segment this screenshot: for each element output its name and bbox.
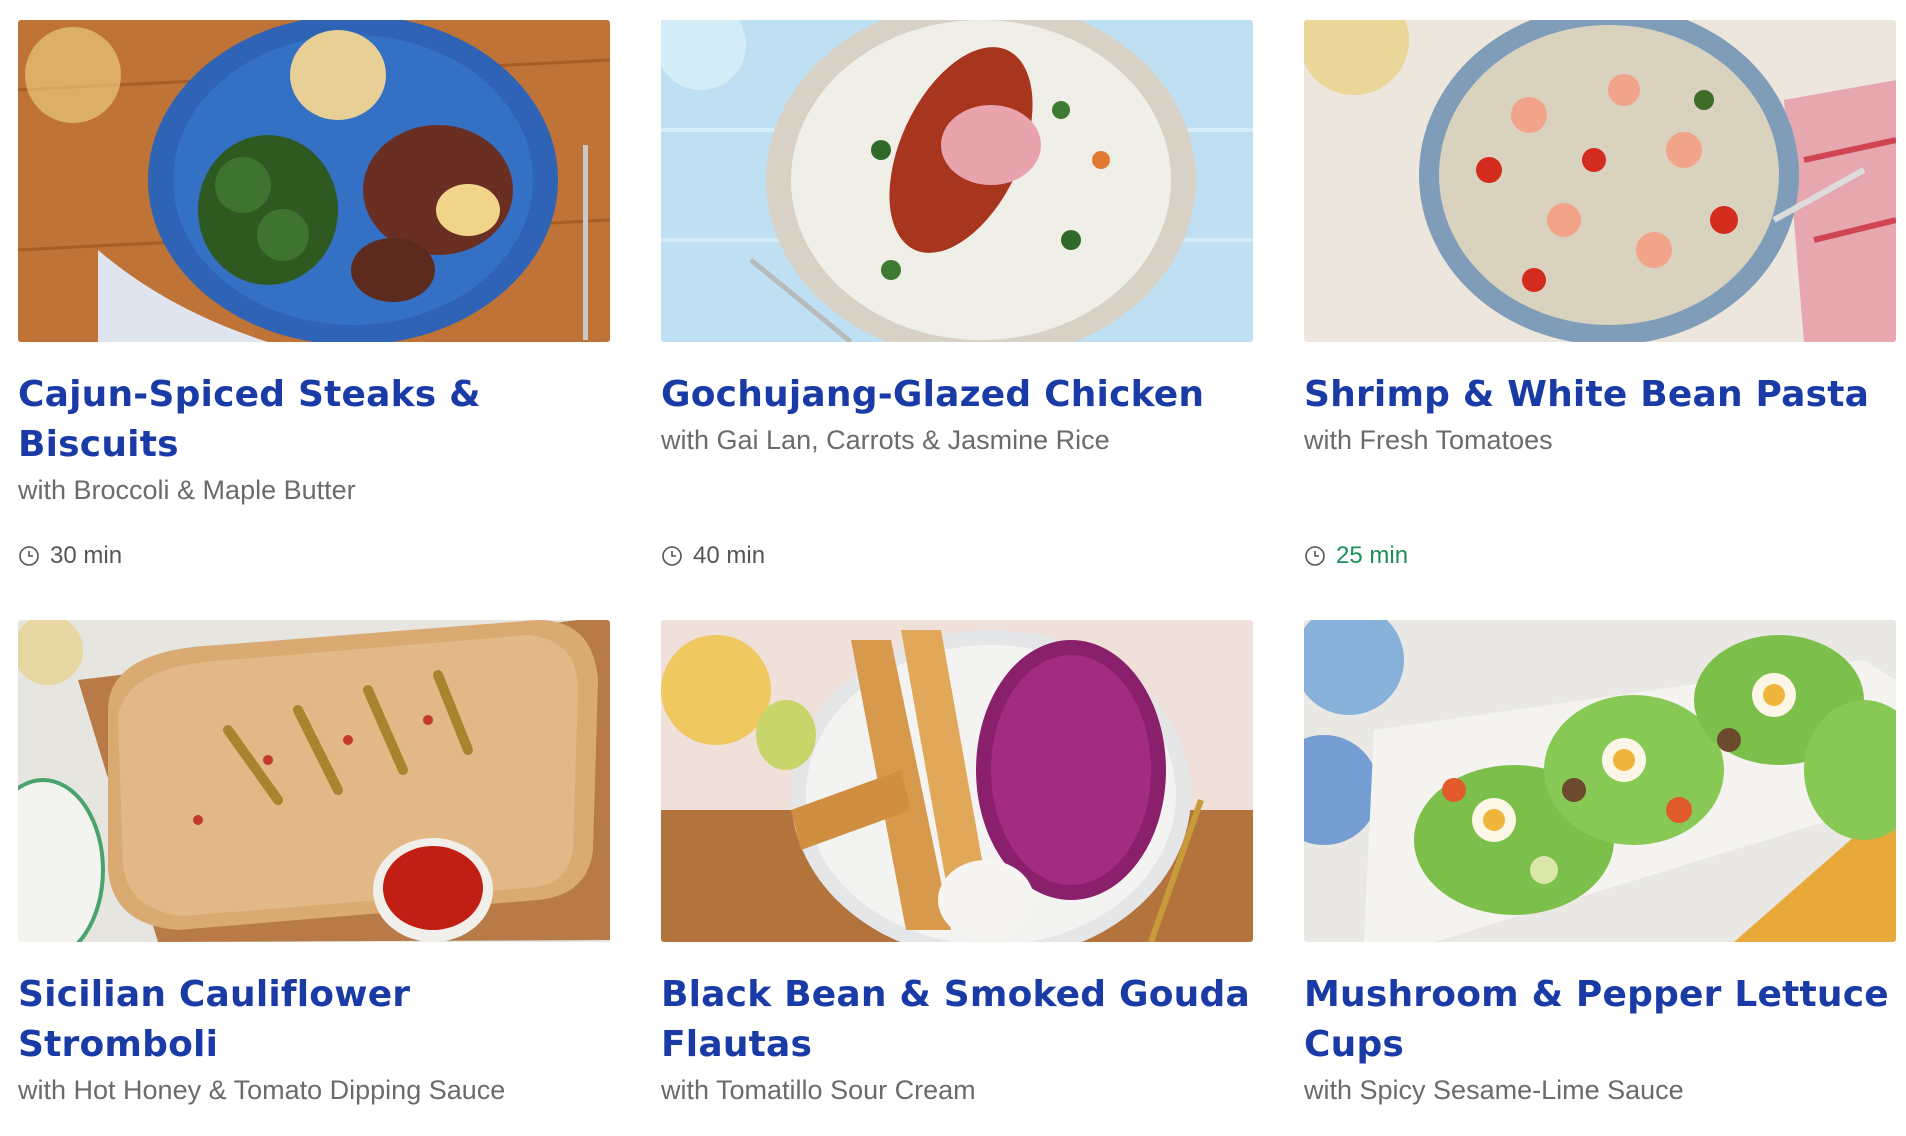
steak-plate-image[interactable] [18, 20, 610, 342]
recipe-title[interactable]: Shrimp & White Bean Pasta [1304, 370, 1896, 420]
recipe-grid: Cajun-Spiced Steaks & Biscuits with Broc… [18, 20, 1896, 1120]
recipe-card-flautas[interactable]: Black Bean & Smoked Gouda Flautas with T… [661, 620, 1253, 1120]
cook-time: 30 min [18, 542, 122, 570]
cook-time-value: 30 min [50, 542, 123, 569]
recipe-subtitle: with Gai Lan, Carrots & Jasmine Rice [661, 425, 1110, 455]
recipe-title[interactable]: Sicilian Cauliflower Stromboli [18, 970, 610, 1070]
recipe-card-stromboli[interactable]: Sicilian Cauliflower Stromboli with Hot … [18, 620, 610, 1120]
recipe-subtitle: with Fresh Tomatoes [1304, 425, 1553, 455]
recipe-title[interactable]: Gochujang-Glazed Chicken [661, 370, 1253, 420]
clock-icon [1305, 546, 1325, 566]
recipe-card-lettuce-cups[interactable]: Mushroom & Pepper Lettuce Cups with Spic… [1304, 620, 1896, 1120]
recipe-subtitle: with Broccoli & Maple Butter [18, 475, 356, 505]
cook-time-value: 40 min [693, 542, 766, 569]
clock-icon [662, 546, 682, 566]
recipe-title[interactable]: Cajun-Spiced Steaks & Biscuits [18, 370, 610, 470]
recipe-subtitle: with Tomatillo Sour Cream [661, 1075, 976, 1105]
stromboli-board-image[interactable] [18, 620, 610, 942]
recipe-card-shrimp-pasta[interactable]: Shrimp & White Bean Pasta with Fresh Tom… [1304, 20, 1896, 620]
lettuce-cups-tray-image[interactable] [1304, 620, 1896, 942]
cook-time: 25 min [1304, 542, 1408, 570]
recipe-title[interactable]: Black Bean & Smoked Gouda Flautas [661, 970, 1253, 1070]
recipe-subtitle: with Hot Honey & Tomato Dipping Sauce [18, 1075, 506, 1105]
cook-time: 40 min [661, 542, 765, 570]
clock-icon [19, 546, 39, 566]
recipe-card-gochujang-chicken[interactable]: Gochujang-Glazed Chicken with Gai Lan, C… [661, 20, 1253, 620]
recipe-subtitle: with Spicy Sesame-Lime Sauce [1304, 1075, 1684, 1105]
recipe-card-cajun-steaks[interactable]: Cajun-Spiced Steaks & Biscuits with Broc… [18, 20, 610, 620]
chicken-rice-bowl-image[interactable] [661, 20, 1253, 342]
recipe-title[interactable]: Mushroom & Pepper Lettuce Cups [1304, 970, 1896, 1070]
flautas-plate-image[interactable] [661, 620, 1253, 942]
shrimp-pasta-bowl-image[interactable] [1304, 20, 1896, 342]
cook-time-value: 25 min [1336, 542, 1409, 569]
